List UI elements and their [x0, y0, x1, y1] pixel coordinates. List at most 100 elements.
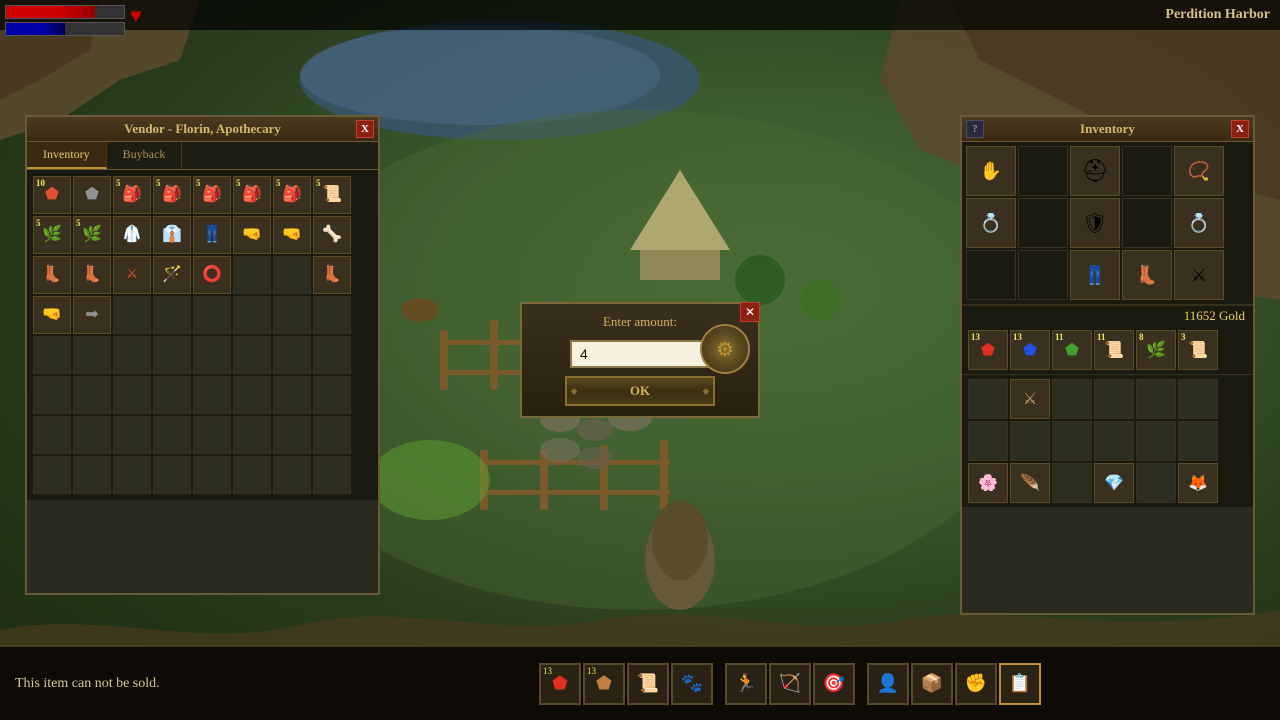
- quickbar-slot-4[interactable]: 🏃: [725, 663, 767, 705]
- equip-ring-left[interactable]: 💍: [966, 198, 1016, 248]
- bag-slot-16[interactable]: [1136, 463, 1176, 503]
- equip-ring-right[interactable]: 💍: [1174, 198, 1224, 248]
- bag-slot-10[interactable]: [1136, 421, 1176, 461]
- vendor-slot-4-5[interactable]: [233, 336, 271, 374]
- equip-slot-13[interactable]: [1122, 198, 1172, 248]
- vendor-slot-7-6[interactable]: [273, 456, 311, 494]
- qbar-5[interactable]: 3📜: [1178, 330, 1218, 370]
- vendor-slot-2-6[interactable]: [273, 256, 311, 294]
- vendor-slot-5-5[interactable]: [233, 376, 271, 414]
- vendor-slot-4-6[interactable]: [273, 336, 311, 374]
- tab-buyback[interactable]: Buyback: [107, 142, 183, 169]
- vendor-slot-3-5[interactable]: [233, 296, 271, 334]
- amount-input[interactable]: [570, 340, 710, 368]
- vendor-close-button[interactable]: X: [356, 120, 374, 138]
- equip-slot-20[interactable]: [966, 250, 1016, 300]
- qbar-2[interactable]: 11⬟: [1052, 330, 1092, 370]
- vendor-slot-6-7[interactable]: [313, 416, 351, 454]
- vendor-slot-7-5[interactable]: [233, 456, 271, 494]
- bag-slot-3[interactable]: [1094, 379, 1134, 419]
- vendor-slot-0-6[interactable]: 5🎒: [273, 176, 311, 214]
- quickbar-slot-1[interactable]: 13⬟: [583, 663, 625, 705]
- vendor-slot-1-6[interactable]: 🤜: [273, 216, 311, 254]
- vendor-slot-6-6[interactable]: [273, 416, 311, 454]
- bag-slot-17[interactable]: 🦊: [1178, 463, 1218, 503]
- quickbar-slot-8[interactable]: 📦: [911, 663, 953, 705]
- vendor-slot-6-0[interactable]: [33, 416, 71, 454]
- vendor-slot-2-1[interactable]: 👢: [73, 256, 111, 294]
- vendor-slot-3-2[interactable]: [113, 296, 151, 334]
- vendor-slot-4-0[interactable]: [33, 336, 71, 374]
- vendor-slot-7-2[interactable]: [113, 456, 151, 494]
- vendor-slot-4-4[interactable]: [193, 336, 231, 374]
- vendor-slot-7-4[interactable]: [193, 456, 231, 494]
- vendor-slot-3-1[interactable]: ➡: [73, 296, 111, 334]
- bag-slot-9[interactable]: [1094, 421, 1134, 461]
- bag-slot-8[interactable]: [1052, 421, 1092, 461]
- bag-slot-12[interactable]: 🌸: [968, 463, 1008, 503]
- vendor-slot-0-2[interactable]: 5🎒: [113, 176, 151, 214]
- bag-slot-13[interactable]: 🪶: [1010, 463, 1050, 503]
- quickbar-slot-7[interactable]: 👤: [867, 663, 909, 705]
- vendor-slot-0-5[interactable]: 5🎒: [233, 176, 271, 214]
- inventory-close-button[interactable]: X: [1231, 120, 1249, 138]
- qbar-1[interactable]: 13⬟: [1010, 330, 1050, 370]
- qbar-4[interactable]: 8🌿: [1136, 330, 1176, 370]
- tab-inventory[interactable]: Inventory: [27, 142, 107, 169]
- vendor-slot-1-3[interactable]: 👔: [153, 216, 191, 254]
- equip-slot-11[interactable]: [1018, 198, 1068, 248]
- quickbar-slot-3[interactable]: 🐾: [671, 663, 713, 705]
- bag-slot-1[interactable]: ⚔: [1010, 379, 1050, 419]
- vendor-slot-5-3[interactable]: [153, 376, 191, 414]
- vendor-slot-4-7[interactable]: [313, 336, 351, 374]
- bag-slot-5[interactable]: [1178, 379, 1218, 419]
- equip-left-hand[interactable]: ✋: [966, 146, 1016, 196]
- vendor-slot-5-6[interactable]: [273, 376, 311, 414]
- inventory-help-button[interactable]: ?: [966, 120, 984, 138]
- vendor-slot-1-2[interactable]: 🥼: [113, 216, 151, 254]
- equip-boots[interactable]: 👢: [1122, 250, 1172, 300]
- equip-weapon-right[interactable]: ⚔: [1174, 250, 1224, 300]
- bag-slot-14[interactable]: [1052, 463, 1092, 503]
- vendor-slot-0-7[interactable]: 5📜: [313, 176, 351, 214]
- vendor-slot-3-0[interactable]: 🤜: [33, 296, 71, 334]
- dialog-close-button[interactable]: ✕: [740, 302, 760, 322]
- vendor-slot-7-3[interactable]: [153, 456, 191, 494]
- vendor-slot-6-5[interactable]: [233, 416, 271, 454]
- vendor-slot-3-7[interactable]: [313, 296, 351, 334]
- vendor-slot-1-7[interactable]: 🦴: [313, 216, 351, 254]
- vendor-slot-5-1[interactable]: [73, 376, 111, 414]
- quickbar-slot-6[interactable]: 🎯: [813, 663, 855, 705]
- vendor-slot-6-2[interactable]: [113, 416, 151, 454]
- vendor-slot-0-0[interactable]: 10⬟: [33, 176, 71, 214]
- equip-slot-03[interactable]: [1122, 146, 1172, 196]
- vendor-slot-5-0[interactable]: [33, 376, 71, 414]
- bag-slot-15[interactable]: 💎: [1094, 463, 1134, 503]
- vendor-slot-2-0[interactable]: 👢: [33, 256, 71, 294]
- vendor-slot-1-5[interactable]: 🤜: [233, 216, 271, 254]
- vendor-slot-4-2[interactable]: [113, 336, 151, 374]
- equip-neck[interactable]: 📿: [1174, 146, 1224, 196]
- vendor-slot-7-7[interactable]: [313, 456, 351, 494]
- vendor-slot-2-5[interactable]: [233, 256, 271, 294]
- vendor-slot-0-4[interactable]: 5🎒: [193, 176, 231, 214]
- bag-slot-2[interactable]: [1052, 379, 1092, 419]
- equip-slot-01[interactable]: [1018, 146, 1068, 196]
- quickbar-slot-0[interactable]: 13⬟: [539, 663, 581, 705]
- vendor-slot-5-4[interactable]: [193, 376, 231, 414]
- vendor-slot-7-0[interactable]: [33, 456, 71, 494]
- quickbar-slot-5[interactable]: 🏹: [769, 663, 811, 705]
- vendor-slot-2-2[interactable]: ⚔: [113, 256, 151, 294]
- equip-legs[interactable]: 👖: [1070, 250, 1120, 300]
- ok-button[interactable]: OK: [565, 376, 715, 406]
- bag-slot-6[interactable]: [968, 421, 1008, 461]
- vendor-slot-0-3[interactable]: 5🎒: [153, 176, 191, 214]
- equip-body[interactable]: 🛡: [1070, 198, 1120, 248]
- vendor-slot-3-3[interactable]: [153, 296, 191, 334]
- vendor-slot-5-2[interactable]: [113, 376, 151, 414]
- vendor-slot-4-3[interactable]: [153, 336, 191, 374]
- bag-slot-11[interactable]: [1178, 421, 1218, 461]
- vendor-slot-5-7[interactable]: [313, 376, 351, 414]
- qbar-0[interactable]: 13⬟: [968, 330, 1008, 370]
- vendor-slot-6-3[interactable]: [153, 416, 191, 454]
